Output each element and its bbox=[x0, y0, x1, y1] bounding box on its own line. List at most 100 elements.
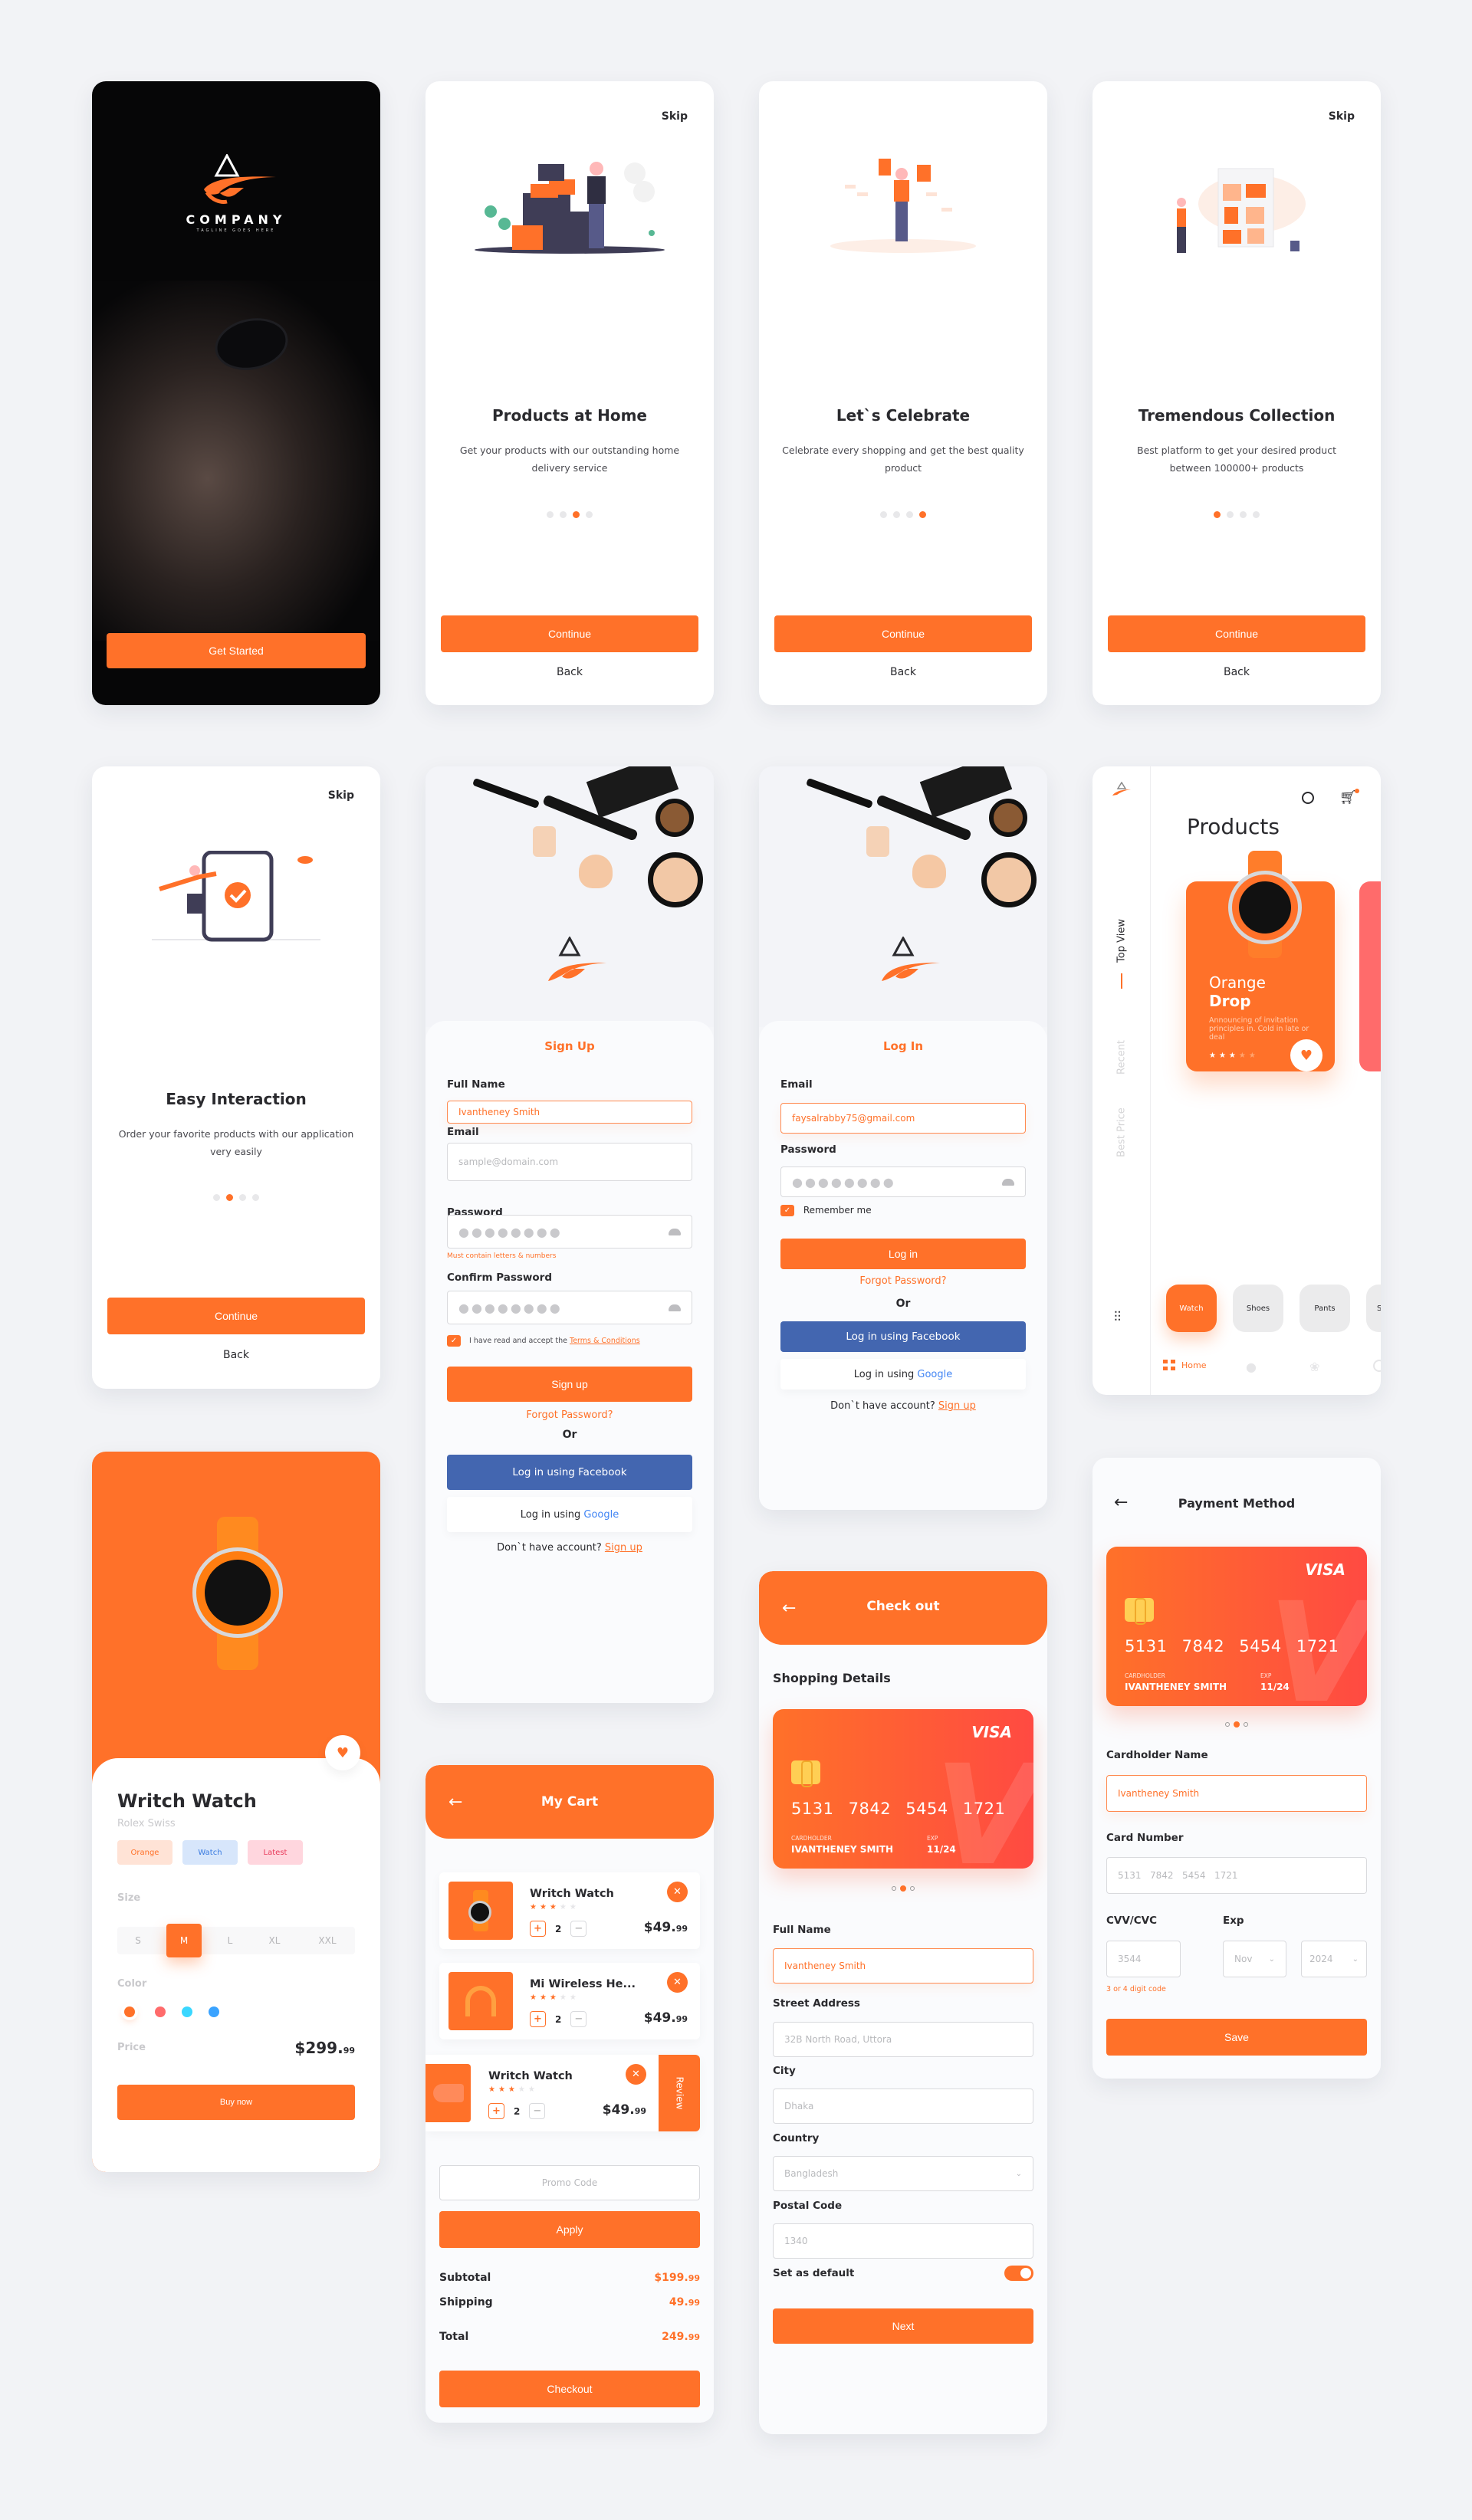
back-button[interactable]: Back bbox=[92, 1349, 380, 1361]
eye-icon[interactable] bbox=[1002, 1178, 1014, 1186]
increase-button[interactable]: + bbox=[488, 2103, 504, 2119]
country-select[interactable]: Bangladesh ⌄ bbox=[773, 2156, 1033, 2191]
carousel-dot-active[interactable] bbox=[900, 1885, 906, 1892]
user-icon[interactable]: ● bbox=[1246, 1360, 1258, 1374]
cart-icon[interactable]: 🛒︎ bbox=[1339, 789, 1359, 806]
credit-card[interactable]: V VISA 5131 7842 5454 1721 CARDHOLDER IV… bbox=[773, 1709, 1033, 1869]
logout-icon[interactable] bbox=[1373, 1360, 1381, 1372]
password-input[interactable]: ●●●●●●●● bbox=[447, 1215, 692, 1249]
continue-button[interactable]: Continue bbox=[1108, 615, 1365, 652]
size-option-selected[interactable]: M bbox=[166, 1924, 202, 1957]
page-dot[interactable] bbox=[906, 511, 913, 518]
next-button[interactable]: Next bbox=[773, 2308, 1033, 2344]
cardholder-name-input[interactable]: Ivantheney Smith bbox=[1106, 1775, 1367, 1812]
facebook-login-button[interactable]: Log in using Facebook bbox=[447, 1455, 692, 1490]
apply-button[interactable]: Apply bbox=[439, 2211, 700, 2248]
remove-item-button[interactable]: ✕ bbox=[667, 1972, 688, 1993]
buy-now-button[interactable]: Buy now bbox=[117, 2085, 355, 2120]
get-started-button[interactable]: Get Started bbox=[107, 633, 366, 668]
tag-orange[interactable]: Orange bbox=[117, 1840, 172, 1865]
credit-card[interactable]: V VISA 5131 7842 5454 1721 CARDHOLDER IV… bbox=[1106, 1547, 1367, 1706]
page-dot[interactable] bbox=[213, 1194, 220, 1201]
set-default-toggle[interactable] bbox=[1004, 2266, 1033, 2281]
page-dot-active[interactable] bbox=[919, 511, 926, 518]
carousel-dot[interactable] bbox=[910, 1886, 915, 1891]
carousel-dot-active[interactable] bbox=[1234, 1721, 1240, 1728]
remove-item-button[interactable]: ✕ bbox=[667, 1882, 688, 1902]
review-action-button[interactable]: Review bbox=[659, 2055, 700, 2131]
page-dot[interactable] bbox=[1227, 511, 1234, 518]
full-name-input[interactable]: Ivantheney Smith bbox=[773, 1948, 1033, 1984]
city-input[interactable]: Dhaka bbox=[773, 2089, 1033, 2124]
google-login-button[interactable]: Log in using Google bbox=[447, 1497, 692, 1532]
carousel-dot[interactable] bbox=[1225, 1722, 1230, 1727]
exp-month-select[interactable]: Nov ⌄ bbox=[1223, 1941, 1286, 1977]
category-shoes[interactable]: Shoes bbox=[1233, 1285, 1283, 1332]
color-swatch[interactable] bbox=[155, 2006, 166, 2017]
size-option[interactable]: XL bbox=[263, 1927, 286, 1954]
page-dot[interactable] bbox=[560, 511, 567, 518]
login-button[interactable]: Log in bbox=[780, 1239, 1026, 1269]
increase-button[interactable]: + bbox=[530, 2011, 546, 2027]
filter-icon[interactable]: ⫶⫶ bbox=[1114, 1309, 1121, 1325]
forgot-password-link[interactable]: Forgot Password? bbox=[759, 1275, 1047, 1287]
category-pants[interactable]: Pants bbox=[1300, 1285, 1350, 1332]
side-tab-recent[interactable]: Recent bbox=[1116, 1035, 1128, 1081]
size-option[interactable]: L bbox=[219, 1927, 242, 1954]
page-dot[interactable] bbox=[547, 511, 554, 518]
back-button[interactable]: Back bbox=[759, 666, 1047, 678]
card-number-input[interactable]: 5131 7842 5454 1721 bbox=[1106, 1857, 1367, 1894]
confirm-password-input[interactable]: ●●●●●●●● bbox=[447, 1291, 692, 1324]
signup-link[interactable]: Sign up bbox=[938, 1400, 976, 1412]
carousel-dot[interactable] bbox=[892, 1886, 896, 1891]
remove-item-button[interactable]: ✕ bbox=[626, 2064, 646, 2085]
page-dot[interactable] bbox=[880, 511, 887, 518]
save-button[interactable]: Save bbox=[1106, 2019, 1367, 2056]
password-input[interactable]: ●●●●●●●● bbox=[780, 1166, 1026, 1197]
back-button[interactable]: Back bbox=[426, 666, 714, 678]
gift-icon[interactable]: ❀ bbox=[1309, 1360, 1319, 1374]
email-input[interactable]: sample@domain.com bbox=[447, 1143, 692, 1181]
street-address-input[interactable]: 32B North Road, Uttora bbox=[773, 2022, 1033, 2057]
page-dot[interactable] bbox=[893, 511, 900, 518]
favorite-button[interactable]: ♥ bbox=[325, 1735, 360, 1770]
signup-link[interactable]: Sign up bbox=[605, 1542, 642, 1554]
page-dot[interactable] bbox=[1253, 511, 1260, 518]
postal-code-input[interactable]: 1340 bbox=[773, 2223, 1033, 2259]
tag-latest[interactable]: Latest bbox=[248, 1840, 303, 1865]
page-dot-active[interactable] bbox=[226, 1194, 233, 1201]
color-swatch[interactable] bbox=[182, 2006, 192, 2017]
carousel-dot[interactable] bbox=[1244, 1722, 1248, 1727]
decrease-button[interactable]: − bbox=[570, 1921, 587, 1937]
full-name-input[interactable]: Ivantheney Smith bbox=[447, 1101, 692, 1124]
size-option[interactable]: XXL bbox=[312, 1927, 343, 1954]
tag-watch[interactable]: Watch bbox=[182, 1840, 238, 1865]
page-dot[interactable] bbox=[586, 511, 593, 518]
next-product-card-peek[interactable] bbox=[1359, 881, 1381, 1071]
terms-link[interactable]: Terms & Conditions bbox=[570, 1337, 640, 1345]
category-more[interactable]: S bbox=[1366, 1285, 1381, 1332]
cvv-input[interactable]: 3544 bbox=[1106, 1941, 1181, 1977]
skip-button[interactable]: Skip bbox=[1329, 110, 1355, 123]
continue-button[interactable]: Continue bbox=[441, 615, 698, 652]
forgot-password-link[interactable]: Forgot Password? bbox=[426, 1409, 714, 1421]
checkout-button[interactable]: Checkout bbox=[439, 2371, 700, 2407]
facebook-login-button[interactable]: Log in using Facebook bbox=[780, 1321, 1026, 1352]
nav-home[interactable]: Home bbox=[1163, 1360, 1206, 1370]
page-dot[interactable] bbox=[1240, 511, 1247, 518]
size-option[interactable]: S bbox=[127, 1927, 150, 1954]
color-swatch-selected[interactable] bbox=[124, 2006, 135, 2017]
google-login-button[interactable]: Log in using Google bbox=[780, 1359, 1026, 1390]
color-swatch[interactable] bbox=[209, 2006, 219, 2017]
search-icon[interactable] bbox=[1302, 792, 1314, 804]
decrease-button[interactable]: − bbox=[529, 2103, 546, 2119]
page-dot[interactable] bbox=[239, 1194, 246, 1201]
page-dot-active[interactable] bbox=[573, 511, 580, 518]
decrease-button[interactable]: − bbox=[570, 2011, 587, 2027]
skip-button[interactable]: Skip bbox=[328, 789, 354, 802]
side-tab-best-price[interactable]: Best Price bbox=[1116, 1104, 1128, 1162]
signup-button[interactable]: Sign up bbox=[447, 1367, 692, 1402]
terms-checkbox[interactable]: ✓ bbox=[447, 1335, 461, 1347]
exp-year-select[interactable]: 2024 ⌄ bbox=[1301, 1941, 1367, 1977]
eye-icon[interactable] bbox=[669, 1304, 681, 1311]
